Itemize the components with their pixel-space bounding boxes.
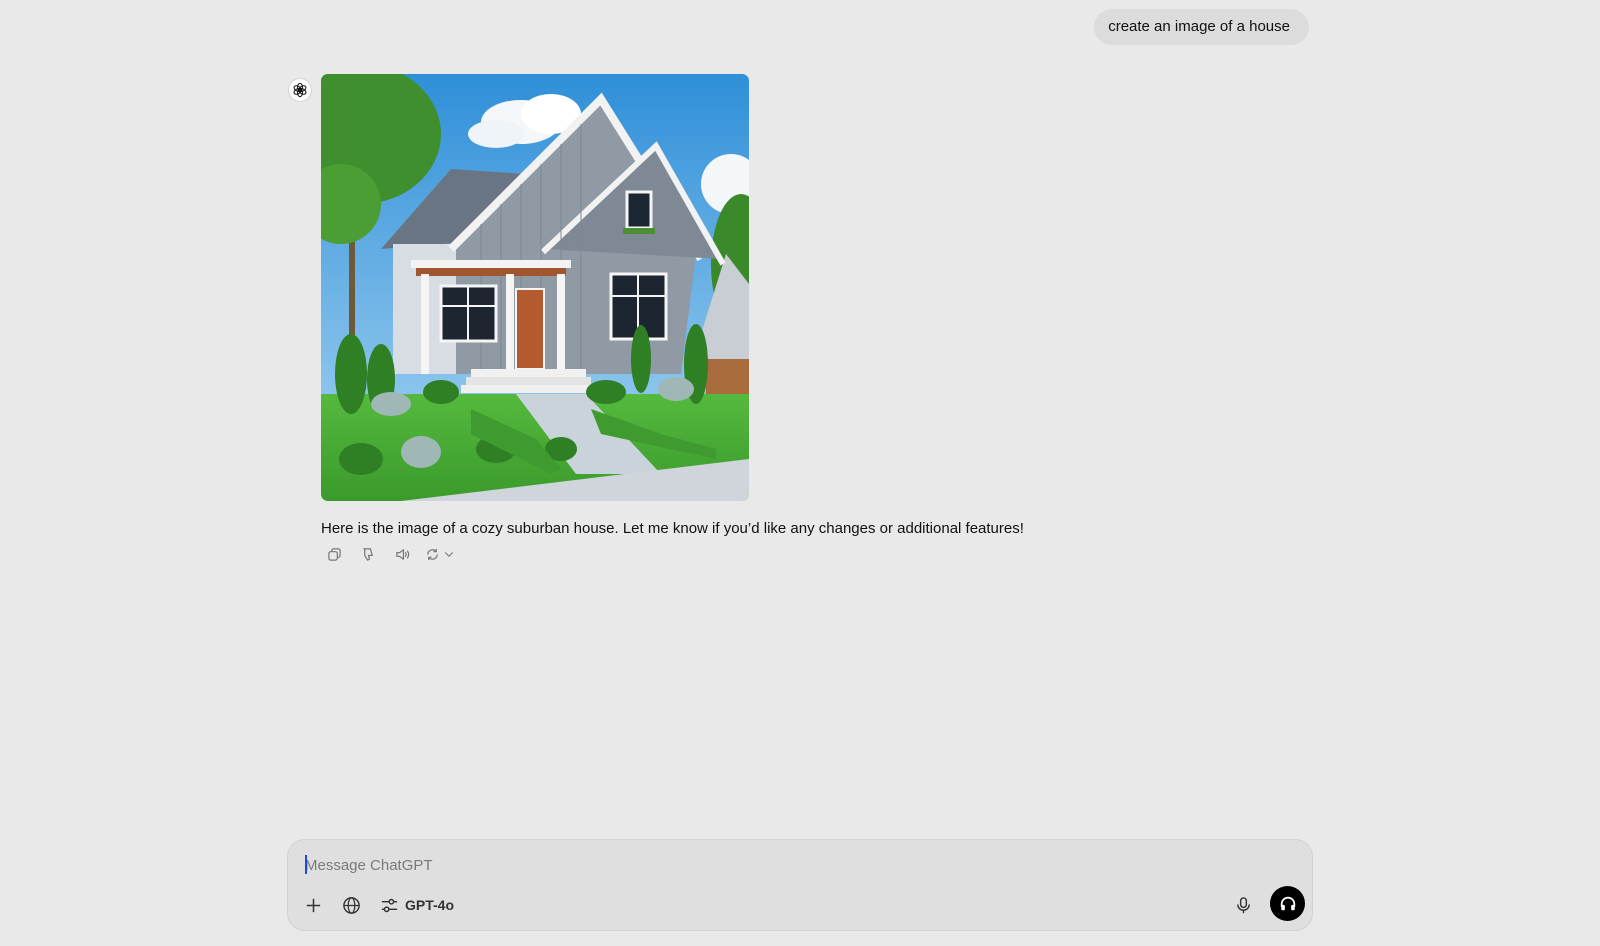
message-composer: GPT-4o — [287, 839, 1313, 931]
user-message-bubble: create an image of a house — [1094, 9, 1309, 45]
microphone-icon — [1236, 896, 1250, 913]
assistant-avatar — [288, 78, 312, 102]
copy-icon — [327, 547, 341, 561]
regenerate-button[interactable] — [423, 545, 457, 563]
voice-mode-button[interactable] — [1270, 886, 1305, 921]
regenerate-icon — [427, 548, 438, 560]
thumbs-down-icon — [362, 547, 373, 561]
message-input[interactable] — [305, 854, 1285, 876]
copy-button[interactable] — [321, 545, 347, 563]
attach-button[interactable] — [300, 892, 326, 918]
headphones-icon — [1280, 896, 1295, 910]
assistant-reply-text: Here is the image of a cozy suburban hou… — [321, 520, 1024, 537]
plus-icon — [306, 898, 320, 912]
search-web-button[interactable] — [338, 892, 364, 918]
generated-house-image[interactable] — [321, 74, 749, 501]
read-aloud-icon — [395, 548, 409, 560]
read-aloud-button[interactable] — [389, 545, 415, 563]
text-caret — [305, 855, 307, 874]
thumbs-down-button[interactable] — [355, 545, 381, 563]
chevron-down-icon — [444, 552, 454, 558]
message-actions — [321, 545, 465, 563]
sliders-icon — [381, 898, 398, 912]
model-label: GPT-4o — [405, 897, 455, 913]
model-selector-button[interactable]: GPT-4o — [380, 892, 454, 918]
globe-icon — [342, 896, 360, 914]
openai-logo-icon — [293, 82, 307, 98]
dictate-button[interactable] — [1230, 892, 1256, 918]
chat-page: create an image of a house Here is the i… — [0, 0, 1600, 946]
